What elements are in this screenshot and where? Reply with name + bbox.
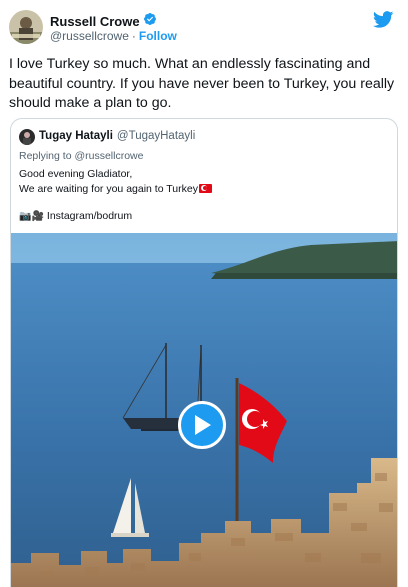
quoted-name-row: Tugay Hatayli @TugayHatayli [39, 130, 195, 142]
author-handle[interactable]: @russellcrowe [50, 29, 129, 43]
replying-to-text: Replying to @russellcrowe [19, 150, 144, 162]
play-icon [195, 415, 211, 435]
quoted-author-avatar[interactable] [19, 129, 35, 145]
tweet-card: Russell Crowe @russellcrowe · Follow I l… [0, 0, 408, 587]
quoted-line-2: We are waiting for you again to Turkey [19, 182, 198, 195]
turkey-flag-icon [198, 183, 212, 193]
camera-icon: 📷🎥 [19, 210, 44, 222]
quoted-text: Good evening Gladiator, We are waiting f… [19, 167, 212, 196]
play-button[interactable] [178, 401, 226, 449]
follow-button[interactable]: Follow [139, 29, 177, 43]
tweet-text: I love Turkey so much. What an endlessly… [9, 56, 395, 111]
twitter-bird-icon[interactable] [372, 11, 394, 28]
author-handle-row: @russellcrowe · Follow [50, 29, 177, 43]
quoted-author-handle: @TugayHatayli [116, 130, 196, 142]
separator-dot: · [131, 29, 136, 43]
video-thumbnail[interactable] [11, 233, 397, 587]
quoted-source: 📷🎥 Instagram/bodrum [19, 210, 132, 222]
author-name[interactable]: Russell Crowe [50, 14, 140, 29]
source-text: Instagram/bodrum [46, 210, 133, 222]
quoted-author-name: Tugay Hatayli [39, 130, 113, 142]
quoted-line-2-row: We are waiting for you again to Turkey [19, 182, 212, 197]
author-avatar[interactable] [9, 10, 43, 44]
quoted-line-1: Good evening Gladiator, [19, 168, 133, 180]
quoted-tweet[interactable]: Tugay Hatayli @TugayHatayli Replying to … [10, 118, 398, 587]
